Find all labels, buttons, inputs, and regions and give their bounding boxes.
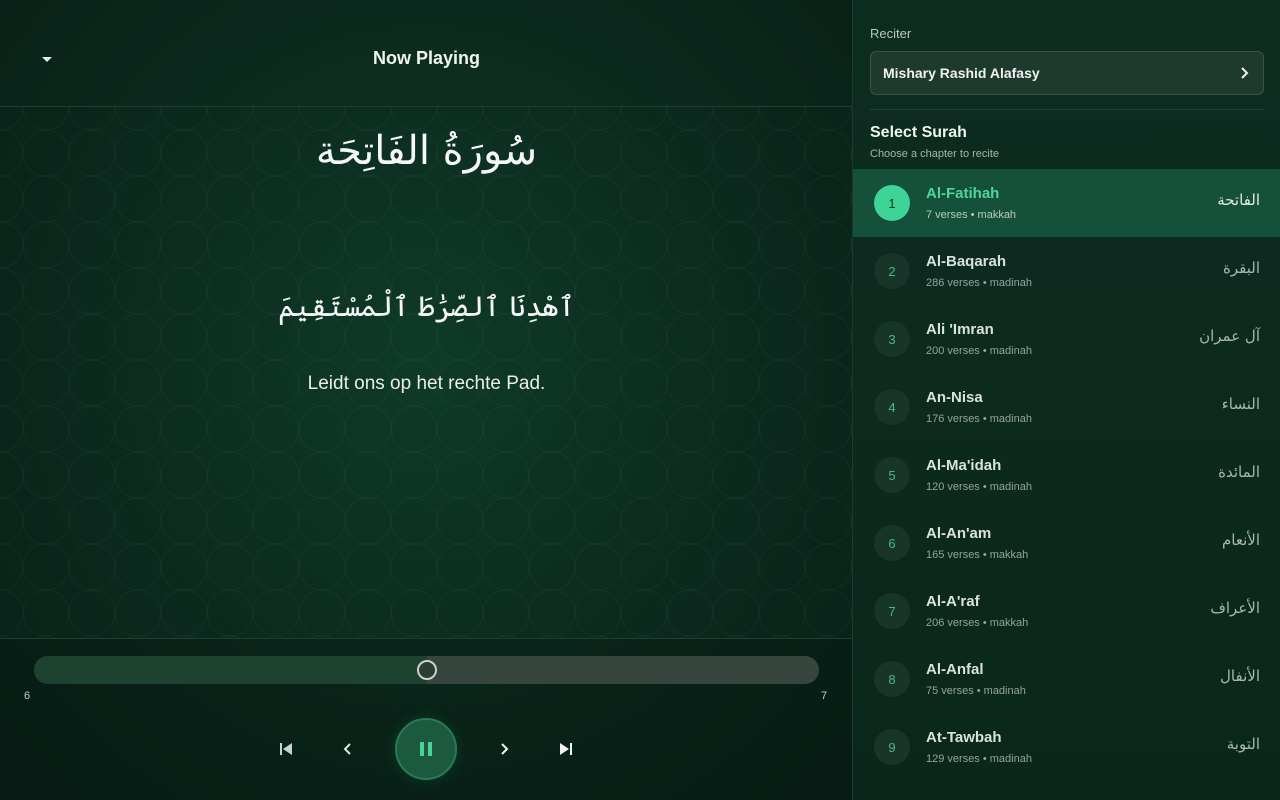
surah-list-item[interactable]: 7 Al-A'raf 206 verses • makkah الأعراف — [853, 577, 1280, 645]
surah-name: Al-Anfal — [926, 661, 984, 678]
select-surah-subtitle: Choose a chapter to recite — [870, 148, 1000, 160]
select-surah-title: Select Surah — [870, 124, 967, 141]
surah-meta: 176 verses • madinah — [926, 413, 1032, 425]
surah-list-item[interactable]: 1 Al-Fatihah 7 verses • makkah الفاتحة — [853, 169, 1280, 237]
surah-name-arabic: البقرة — [1223, 259, 1260, 277]
surah-name: Al-Baqarah — [926, 253, 1007, 270]
surah-name-arabic: النساء — [1221, 395, 1260, 413]
surah-name: An-Nisa — [926, 389, 983, 406]
surah-number-badge: 7 — [874, 593, 910, 629]
surah-meta: 286 verses • madinah — [926, 277, 1032, 289]
surah-name-arabic: التوبة — [1226, 735, 1260, 753]
skip-next-icon[interactable] — [554, 737, 578, 761]
chevron-left-icon[interactable] — [336, 737, 360, 761]
surah-number-badge: 2 — [874, 253, 910, 289]
surah-name-arabic: الأعراف — [1210, 599, 1260, 617]
quran-player-app: Now Playing سُورَةُ الفَاتِحَة ٱهْدِنَا … — [0, 0, 1280, 800]
surah-number-badge: 6 — [874, 525, 910, 561]
skip-previous-icon[interactable] — [274, 737, 298, 761]
surah-list-item[interactable]: 5 Al-Ma'idah 120 verses • madinah المائدة — [853, 441, 1280, 509]
surah-number-badge: 1 — [874, 185, 910, 221]
surah-list: 1 Al-Fatihah 7 verses • makkah الفاتحة 2 Al-B… — [853, 169, 1280, 781]
surah-name: Al-Ma'idah — [926, 457, 1002, 474]
surah-name: Ali 'Imran — [926, 321, 994, 338]
surah-name-arabic: آل عمران — [1199, 327, 1260, 345]
pause-icon — [420, 742, 432, 756]
surah-number-badge: 9 — [874, 729, 910, 765]
range-end-label: 7 — [821, 690, 828, 702]
reciter-name: Mishary Rashid Alafasy — [883, 65, 1040, 81]
surah-list-item[interactable]: 3 Ali 'Imran 200 verses • madinah آل عمران — [853, 305, 1280, 373]
surah-list-item[interactable]: 8 Al-Anfal 75 verses • madinah الأنفال — [853, 645, 1280, 713]
surah-meta: 206 verses • makkah — [926, 617, 1029, 629]
surah-list-item[interactable]: 6 Al-An'am 165 verses • makkah الأنعام — [853, 509, 1280, 577]
surah-name-arabic: المائدة — [1218, 463, 1260, 481]
verse-translation: Leidt ons op het rechte Pad. — [307, 373, 546, 394]
surah-number-badge: 8 — [874, 661, 910, 697]
surah-title-arabic: سُورَةُ الفَاتِحَة — [315, 128, 538, 174]
divider — [870, 109, 1264, 110]
surah-list-item[interactable]: 2 Al-Baqarah 286 verses • madinah البقرة — [853, 237, 1280, 305]
surah-list-item[interactable]: 4 An-Nisa 176 verses • madinah النساء — [853, 373, 1280, 441]
surah-name-arabic: الأنعام — [1222, 531, 1260, 549]
surah-meta: 75 verses • madinah — [926, 685, 1026, 697]
page-title: Now Playing — [372, 48, 480, 68]
surah-number-badge: 5 — [874, 457, 910, 493]
range-start-label: 6 — [24, 690, 31, 702]
surah-name: Al-A'raf — [926, 593, 980, 610]
surah-meta: 7 verses • makkah — [926, 209, 1017, 221]
chevron-right-icon[interactable] — [492, 737, 516, 761]
progress-thumb[interactable] — [416, 660, 437, 680]
chevron-right-icon — [1241, 67, 1249, 79]
surah-meta: 200 verses • madinah — [926, 345, 1032, 357]
surah-list-item[interactable]: 9 At-Tawbah 129 verses • madinah التوبة — [853, 713, 1280, 781]
surah-name-arabic: الأنفال — [1220, 667, 1260, 685]
now-playing-panel: Now Playing سُورَةُ الفَاتِحَة ٱهْدِنَا … — [0, 0, 853, 800]
pause-button[interactable] — [395, 718, 457, 780]
surah-meta: 165 verses • makkah — [926, 549, 1029, 561]
top-bar: Now Playing — [0, 0, 852, 107]
surah-meta: 129 verses • madinah — [926, 753, 1032, 765]
surah-number-badge: 4 — [874, 389, 910, 425]
reciter-selector[interactable]: Mishary Rashid Alafasy — [870, 51, 1264, 95]
surah-name: At-Tawbah — [926, 729, 1002, 746]
surah-name-arabic: الفاتحة — [1217, 191, 1260, 209]
player-controls: 6 7 — [0, 638, 852, 800]
surah-sidebar: Reciter Mishary Rashid Alafasy Select Su… — [853, 0, 1280, 800]
progress-fill — [34, 656, 427, 684]
surah-name: Al-Fatihah — [926, 185, 1000, 202]
surah-name: Al-An'am — [926, 525, 992, 542]
surah-number-badge: 3 — [874, 321, 910, 357]
reciter-label: Reciter — [870, 26, 912, 41]
verse-arabic-text: ٱهْدِنَا ٱلصِّرَٰطَ ٱلْمُسْتَقِيمَ — [278, 290, 575, 323]
surah-meta: 120 verses • madinah — [926, 481, 1032, 493]
